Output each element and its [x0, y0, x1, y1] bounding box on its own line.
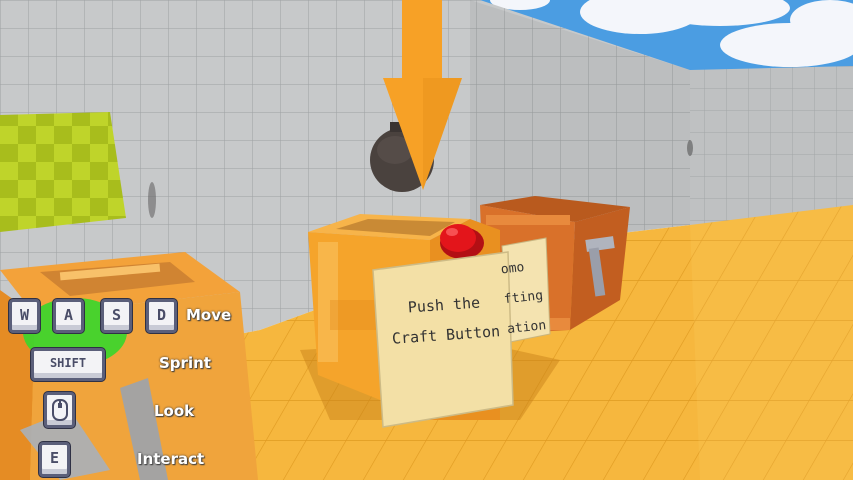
wall-far-right	[690, 66, 853, 230]
key-d: D	[146, 299, 177, 333]
key-s: S	[101, 299, 132, 333]
mouse-icon	[44, 392, 75, 428]
interact-label: Interact	[137, 450, 205, 468]
back-note-line-2: fting	[503, 288, 544, 308]
key-w: W	[9, 299, 40, 333]
key-a: A	[53, 299, 84, 333]
game-scene	[0, 0, 853, 480]
checker-panel	[0, 112, 126, 232]
key-e: E	[39, 442, 70, 477]
sprint-label: Sprint	[159, 354, 211, 372]
back-note-text: omo fting ation	[499, 251, 552, 345]
back-note-line-1: omo	[500, 260, 526, 278]
note-text: Push the Craft Button	[383, 286, 507, 354]
look-label: Look	[154, 402, 195, 420]
back-note-line-3: ation	[506, 318, 547, 338]
key-shift: SHIFT	[31, 348, 105, 381]
move-label: Move	[186, 306, 232, 324]
